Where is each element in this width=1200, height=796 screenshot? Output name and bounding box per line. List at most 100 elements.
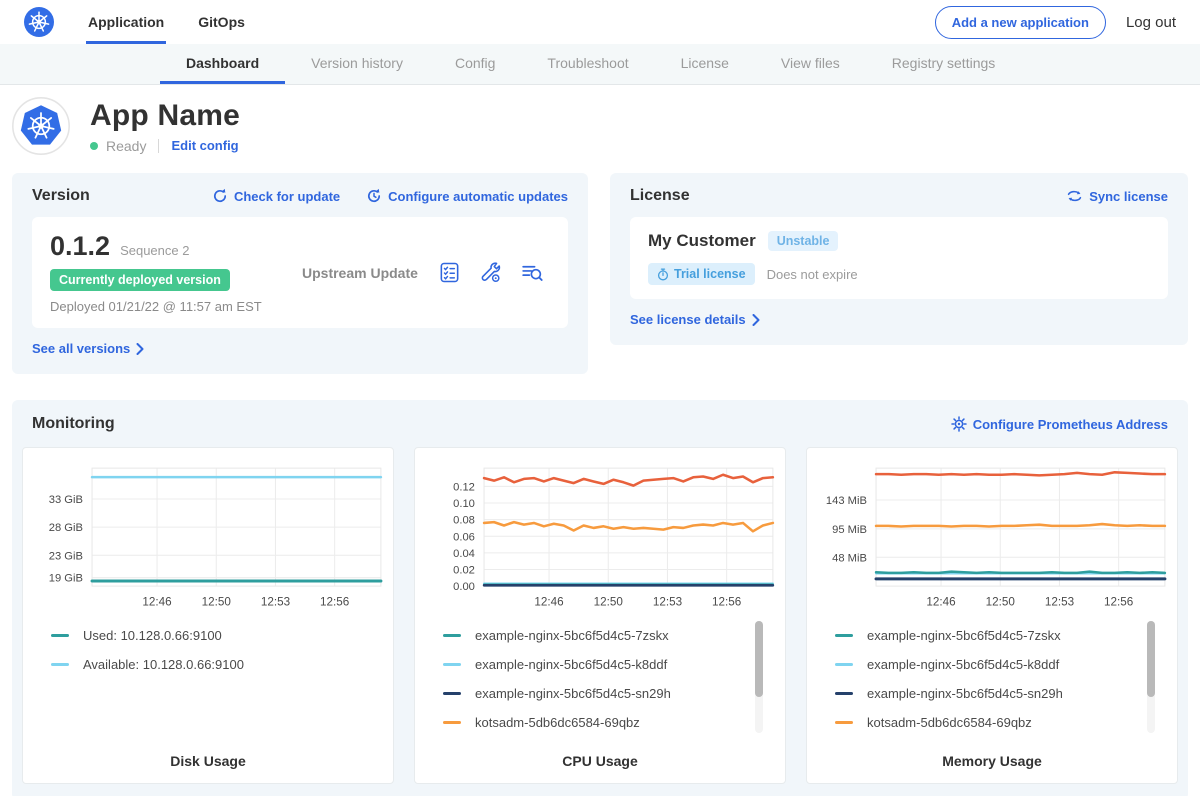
view-logs-icon[interactable] <box>520 261 544 284</box>
preflight-checks-icon[interactable] <box>438 261 461 284</box>
see-all-versions-label: See all versions <box>32 341 130 356</box>
chart-legend: Used: 10.128.0.66:9100Available: 10.128.… <box>51 621 387 679</box>
cpu-usage-chart-card: 12:4612:5012:5312:560.000.020.040.060.08… <box>414 447 786 784</box>
legend-color-dash <box>443 634 461 637</box>
legend-label: example-nginx-5bc6f5d4c5-k8ddf <box>475 657 667 672</box>
current-version-panel: 0.1.2 Sequence 2 Currently deployed vers… <box>32 217 568 328</box>
legend-item[interactable]: kotsadm-5db6dc6584-69qbz <box>835 708 1171 737</box>
svg-text:12:50: 12:50 <box>594 595 624 608</box>
legend-color-dash <box>443 663 461 666</box>
svg-text:12:53: 12:53 <box>261 595 290 608</box>
monitoring-title: Monitoring <box>32 415 951 433</box>
legend-label: example-nginx-5bc6f5d4c5-7zskx <box>475 628 669 643</box>
svg-text:28 GiB: 28 GiB <box>49 522 83 534</box>
legend-color-dash <box>443 692 461 695</box>
tab-troubleshoot[interactable]: Troubleshoot <box>521 44 654 84</box>
configure-prometheus-label: Configure Prometheus Address <box>973 417 1168 432</box>
legend-color-dash <box>835 663 853 666</box>
check-for-update-link[interactable]: Check for update <box>212 188 340 204</box>
sync-license-label: Sync license <box>1089 189 1168 204</box>
edit-config-icon[interactable] <box>479 261 502 284</box>
nav-tab-application[interactable]: Application <box>86 0 166 44</box>
scheduled-update-icon <box>366 188 382 204</box>
svg-text:0.02: 0.02 <box>453 565 475 577</box>
svg-text:12:50: 12:50 <box>202 595 232 608</box>
legend-item[interactable]: example-nginx-5bc6f5d4c5-7zskx <box>835 621 1171 650</box>
see-license-details-label: See license details <box>630 312 746 327</box>
tab-license[interactable]: License <box>655 44 755 84</box>
legend-color-dash <box>835 692 853 695</box>
legend-label: example-nginx-5bc6f5d4c5-sn29h <box>867 686 1063 701</box>
kubernetes-helm-icon <box>24 7 54 37</box>
license-card: License Sync license My Customer Unstabl… <box>610 173 1188 345</box>
tab-config[interactable]: Config <box>429 44 521 84</box>
svg-text:12:56: 12:56 <box>712 595 741 608</box>
license-panel: My Customer Unstable Trial license Does … <box>630 217 1168 299</box>
legend-item[interactable]: example-nginx-5bc6f5d4c5-sn29h <box>835 679 1171 708</box>
tab-view-files[interactable]: View files <box>755 44 866 84</box>
legend-item[interactable]: kotsadm-5db6dc6584-69qbz <box>443 708 779 737</box>
edit-config-link[interactable]: Edit config <box>171 138 238 153</box>
nav-tab-gitops[interactable]: GitOps <box>196 0 247 44</box>
legend-label: example-nginx-5bc6f5d4c5-k8ddf <box>867 657 1059 672</box>
svg-text:12:56: 12:56 <box>320 595 349 608</box>
deployed-version-badge: Currently deployed version <box>50 269 230 291</box>
chart-title: Disk Usage <box>29 753 387 769</box>
chart-title: CPU Usage <box>421 753 779 769</box>
svg-text:0.10: 0.10 <box>453 498 475 510</box>
svg-text:95 MiB: 95 MiB <box>832 524 867 536</box>
top-nav: Application GitOps Add a new application… <box>0 0 1200 44</box>
refresh-icon <box>212 188 228 204</box>
see-all-versions-link[interactable]: See all versions <box>32 341 144 356</box>
monitoring-section: Monitoring Configure Prometheus Address … <box>12 400 1188 796</box>
chevron-right-icon <box>136 343 144 355</box>
svg-text:0.12: 0.12 <box>453 481 475 493</box>
legend-label: example-nginx-5bc6f5d4c5-7zskx <box>867 628 1061 643</box>
tab-registry-settings[interactable]: Registry settings <box>866 44 1021 84</box>
legend-item[interactable]: Used: 10.128.0.66:9100 <box>51 621 387 650</box>
legend-label: example-nginx-5bc6f5d4c5-sn29h <box>475 686 671 701</box>
configure-automatic-updates-link[interactable]: Configure automatic updates <box>366 188 568 204</box>
configure-prometheus-link[interactable]: Configure Prometheus Address <box>951 416 1168 432</box>
tab-dashboard[interactable]: Dashboard <box>160 44 285 84</box>
legend-item[interactable]: example-nginx-5bc6f5d4c5-sn29h <box>443 679 779 708</box>
license-card-title: License <box>630 187 1040 205</box>
sync-license-link[interactable]: Sync license <box>1066 188 1168 204</box>
svg-text:0.00: 0.00 <box>453 581 475 593</box>
app-sub-nav: Dashboard Version history Config Trouble… <box>0 44 1200 85</box>
svg-text:12:46: 12:46 <box>926 595 955 608</box>
nav-tab-label: Application <box>88 14 164 30</box>
memory-usage-plot[interactable]: 12:4612:5012:5312:5648 MiB95 MiB143 MiB <box>813 460 1171 613</box>
cpu-usage-plot[interactable]: 12:4612:5012:5312:560.000.020.040.060.08… <box>421 460 779 613</box>
svg-text:12:50: 12:50 <box>986 595 1016 608</box>
version-source: Upstream Update <box>302 265 438 281</box>
legend-item[interactable]: example-nginx-5bc6f5d4c5-7zskx <box>443 621 779 650</box>
svg-text:0.06: 0.06 <box>453 531 475 543</box>
legend-scrollbar[interactable] <box>1147 621 1155 733</box>
legend-color-dash <box>835 721 853 724</box>
legend-scrollbar[interactable] <box>755 621 763 733</box>
chevron-right-icon <box>752 314 760 326</box>
version-sequence: Sequence 2 <box>120 243 189 258</box>
version-card-title: Version <box>32 187 186 205</box>
disk-usage-plot[interactable]: 12:4612:5012:5312:5619 GiB23 GiB28 GiB33… <box>29 460 387 613</box>
deployed-timestamp: Deployed 01/21/22 @ 11:57 am EST <box>50 299 302 314</box>
tab-version-history[interactable]: Version history <box>285 44 429 84</box>
status-dot <box>90 142 98 150</box>
legend-color-dash <box>51 663 69 666</box>
configure-automatic-updates-label: Configure automatic updates <box>388 189 568 204</box>
check-for-update-label: Check for update <box>234 189 340 204</box>
svg-text:19 GiB: 19 GiB <box>49 573 83 585</box>
legend-item[interactable]: Available: 10.128.0.66:9100 <box>51 650 387 679</box>
add-new-application-button[interactable]: Add a new application <box>935 6 1106 39</box>
legend-color-dash <box>835 634 853 637</box>
svg-text:33 GiB: 33 GiB <box>49 494 83 506</box>
chart-legend: example-nginx-5bc6f5d4c5-7zskx example-ng… <box>835 621 1171 737</box>
legend-item[interactable]: example-nginx-5bc6f5d4c5-k8ddf <box>443 650 779 679</box>
logout-link[interactable]: Log out <box>1126 14 1176 31</box>
legend-item[interactable]: example-nginx-5bc6f5d4c5-k8ddf <box>835 650 1171 679</box>
legend-label: kotsadm-5db6dc6584-69qbz <box>867 715 1032 730</box>
kubernetes-logo[interactable] <box>24 0 54 44</box>
license-expiration: Does not expire <box>767 267 858 282</box>
see-license-details-link[interactable]: See license details <box>630 312 760 327</box>
